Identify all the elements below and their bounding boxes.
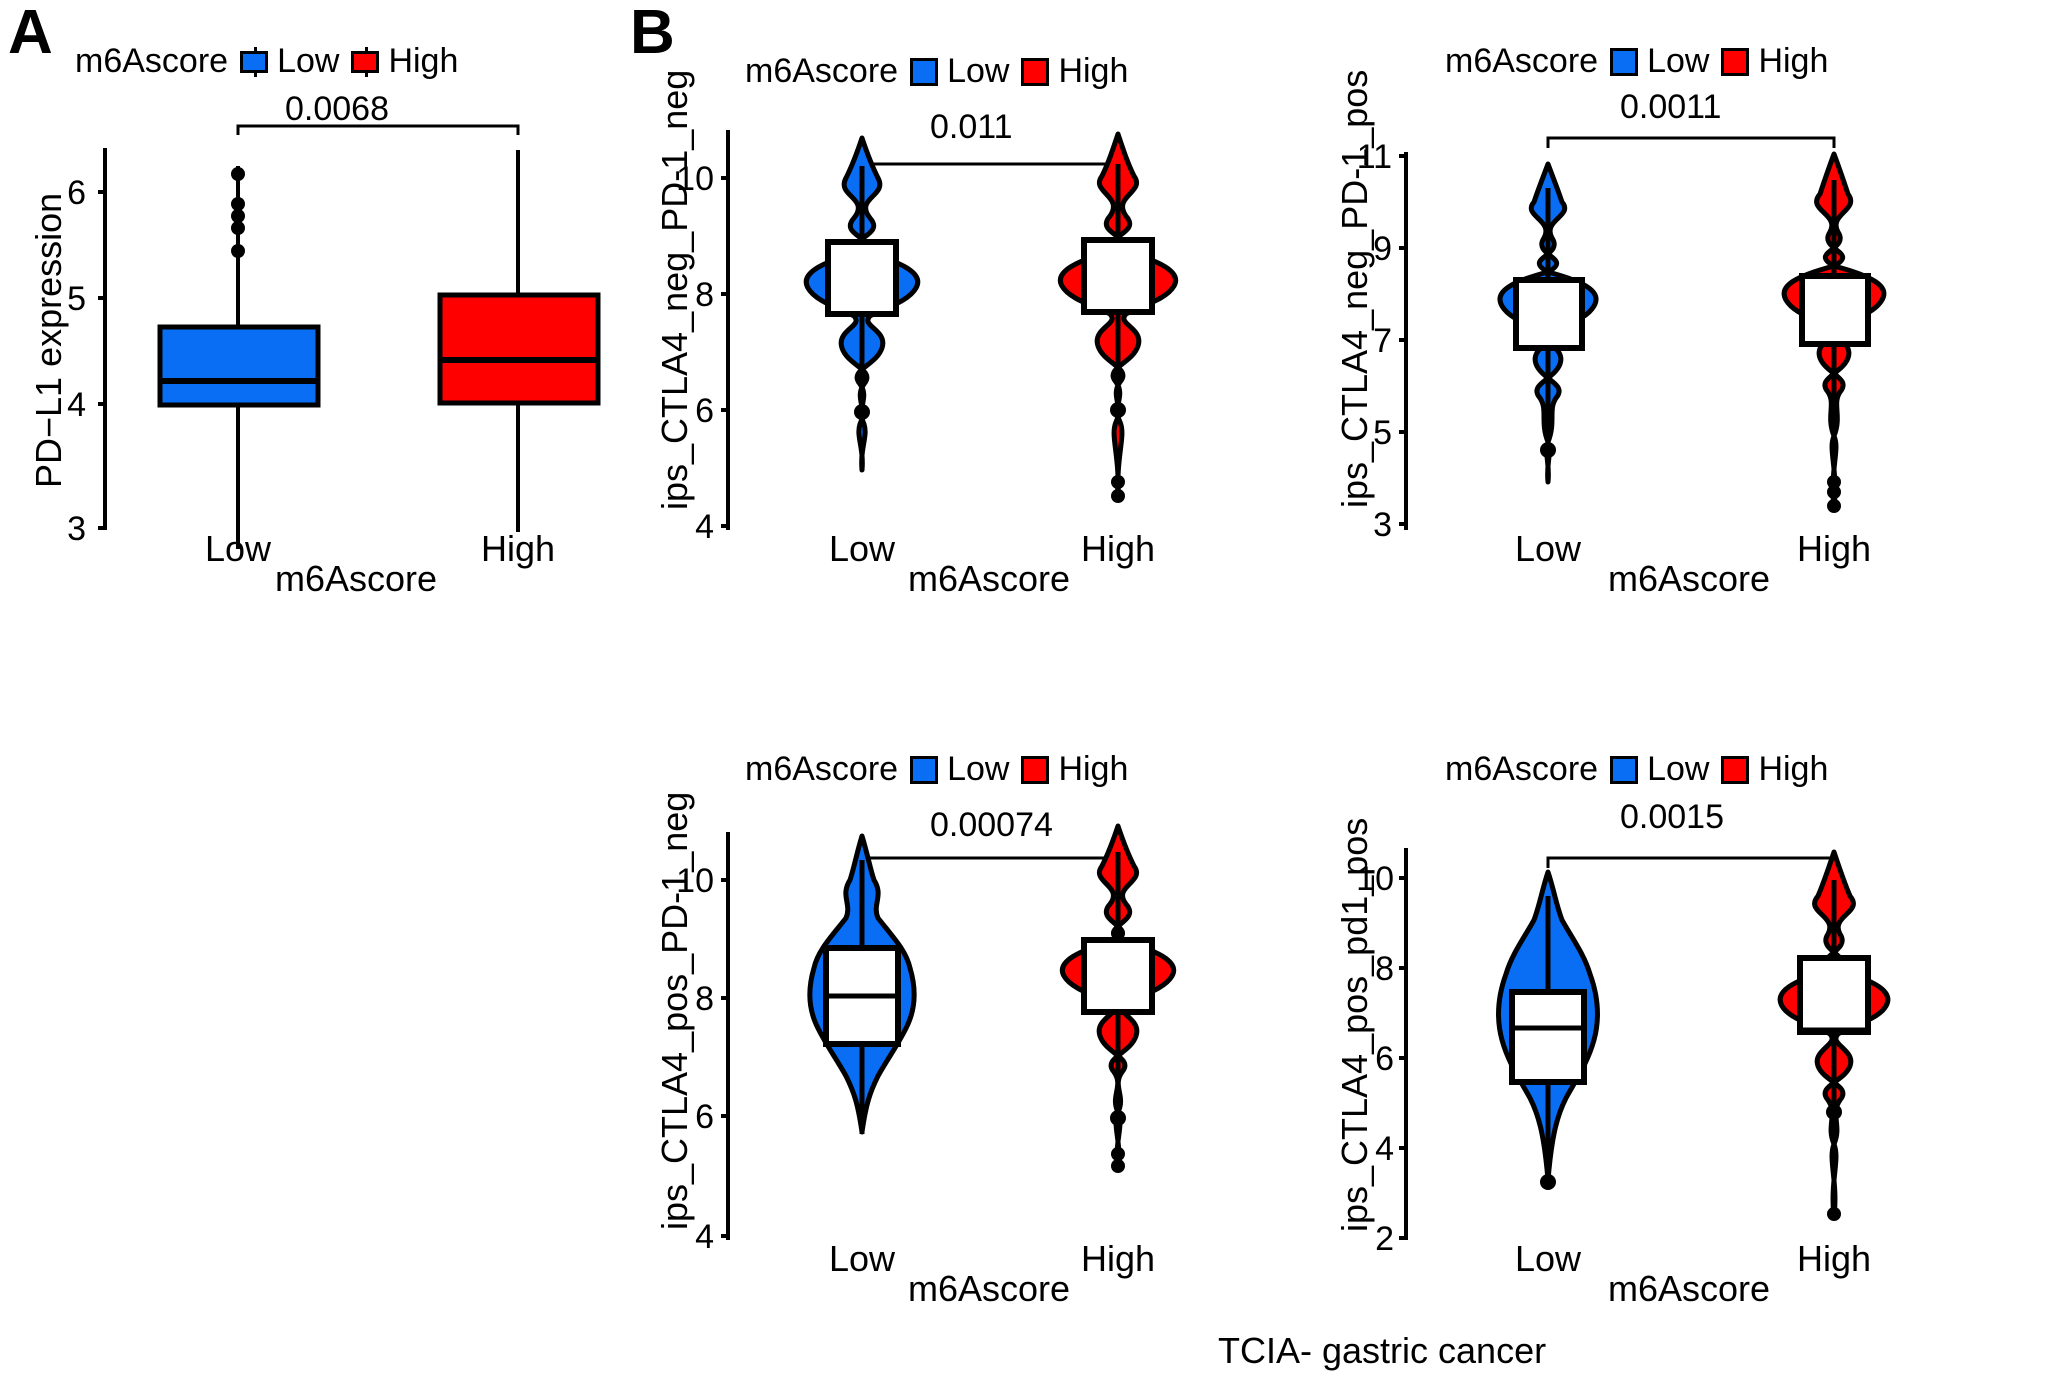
panel-a-xtick-high: High bbox=[480, 528, 556, 569]
panel-b1-xtick-low: Low bbox=[828, 528, 896, 569]
panel-b3-violin: m6Ascore Low High ips_CTLA4_pos_PD-1_neg… bbox=[640, 740, 1260, 1309]
panel-a-boxplot: m6Ascore Low High PD−L1 expression 3 4 5… bbox=[20, 30, 620, 599]
figure-caption: TCIA- gastric cancer bbox=[1218, 1330, 1547, 1371]
panel-b3-xtick-high: High bbox=[1080, 1238, 1156, 1279]
panel-b2-svg bbox=[1399, 136, 1887, 530]
panel-b1-svg bbox=[721, 130, 1179, 530]
panel-b2-xtick-high: High bbox=[1796, 528, 1872, 569]
panel-b4-violin: m6Ascore Low High ips_CTLA4_pos_pd1_pos … bbox=[1320, 740, 2020, 1309]
panel-b1-violin: m6Ascore Low High ips_CTLA4_neg_PD-1_neg… bbox=[640, 30, 1260, 599]
panel-b3-x-axis-label: m6Ascore bbox=[908, 1268, 1071, 1309]
panel-b3-svg bbox=[721, 823, 1177, 1240]
panel-b4-x-axis-label: m6Ascore bbox=[1608, 1268, 1771, 1309]
panel-b4-svg bbox=[1399, 848, 1891, 1240]
panel-b2-violin: m6Ascore Low High ips_CTLA4_neg_PD-1_pos… bbox=[1320, 30, 2020, 599]
panel-b4-xtick-low: Low bbox=[1514, 1238, 1582, 1279]
panel-b1-x-axis-label: m6Ascore bbox=[908, 558, 1071, 599]
panel-b4-xtick-high: High bbox=[1796, 1238, 1872, 1279]
panel-b2-x-axis-label: m6Ascore bbox=[1608, 558, 1771, 599]
panel-b1-xtick-high: High bbox=[1080, 528, 1156, 569]
panel-b3-xtick-low: Low bbox=[828, 1238, 896, 1279]
panel-b2-xtick-low: Low bbox=[1514, 528, 1582, 569]
panel-a-x-axis-label: m6Ascore bbox=[275, 558, 438, 599]
panel-a-svg bbox=[98, 124, 601, 549]
